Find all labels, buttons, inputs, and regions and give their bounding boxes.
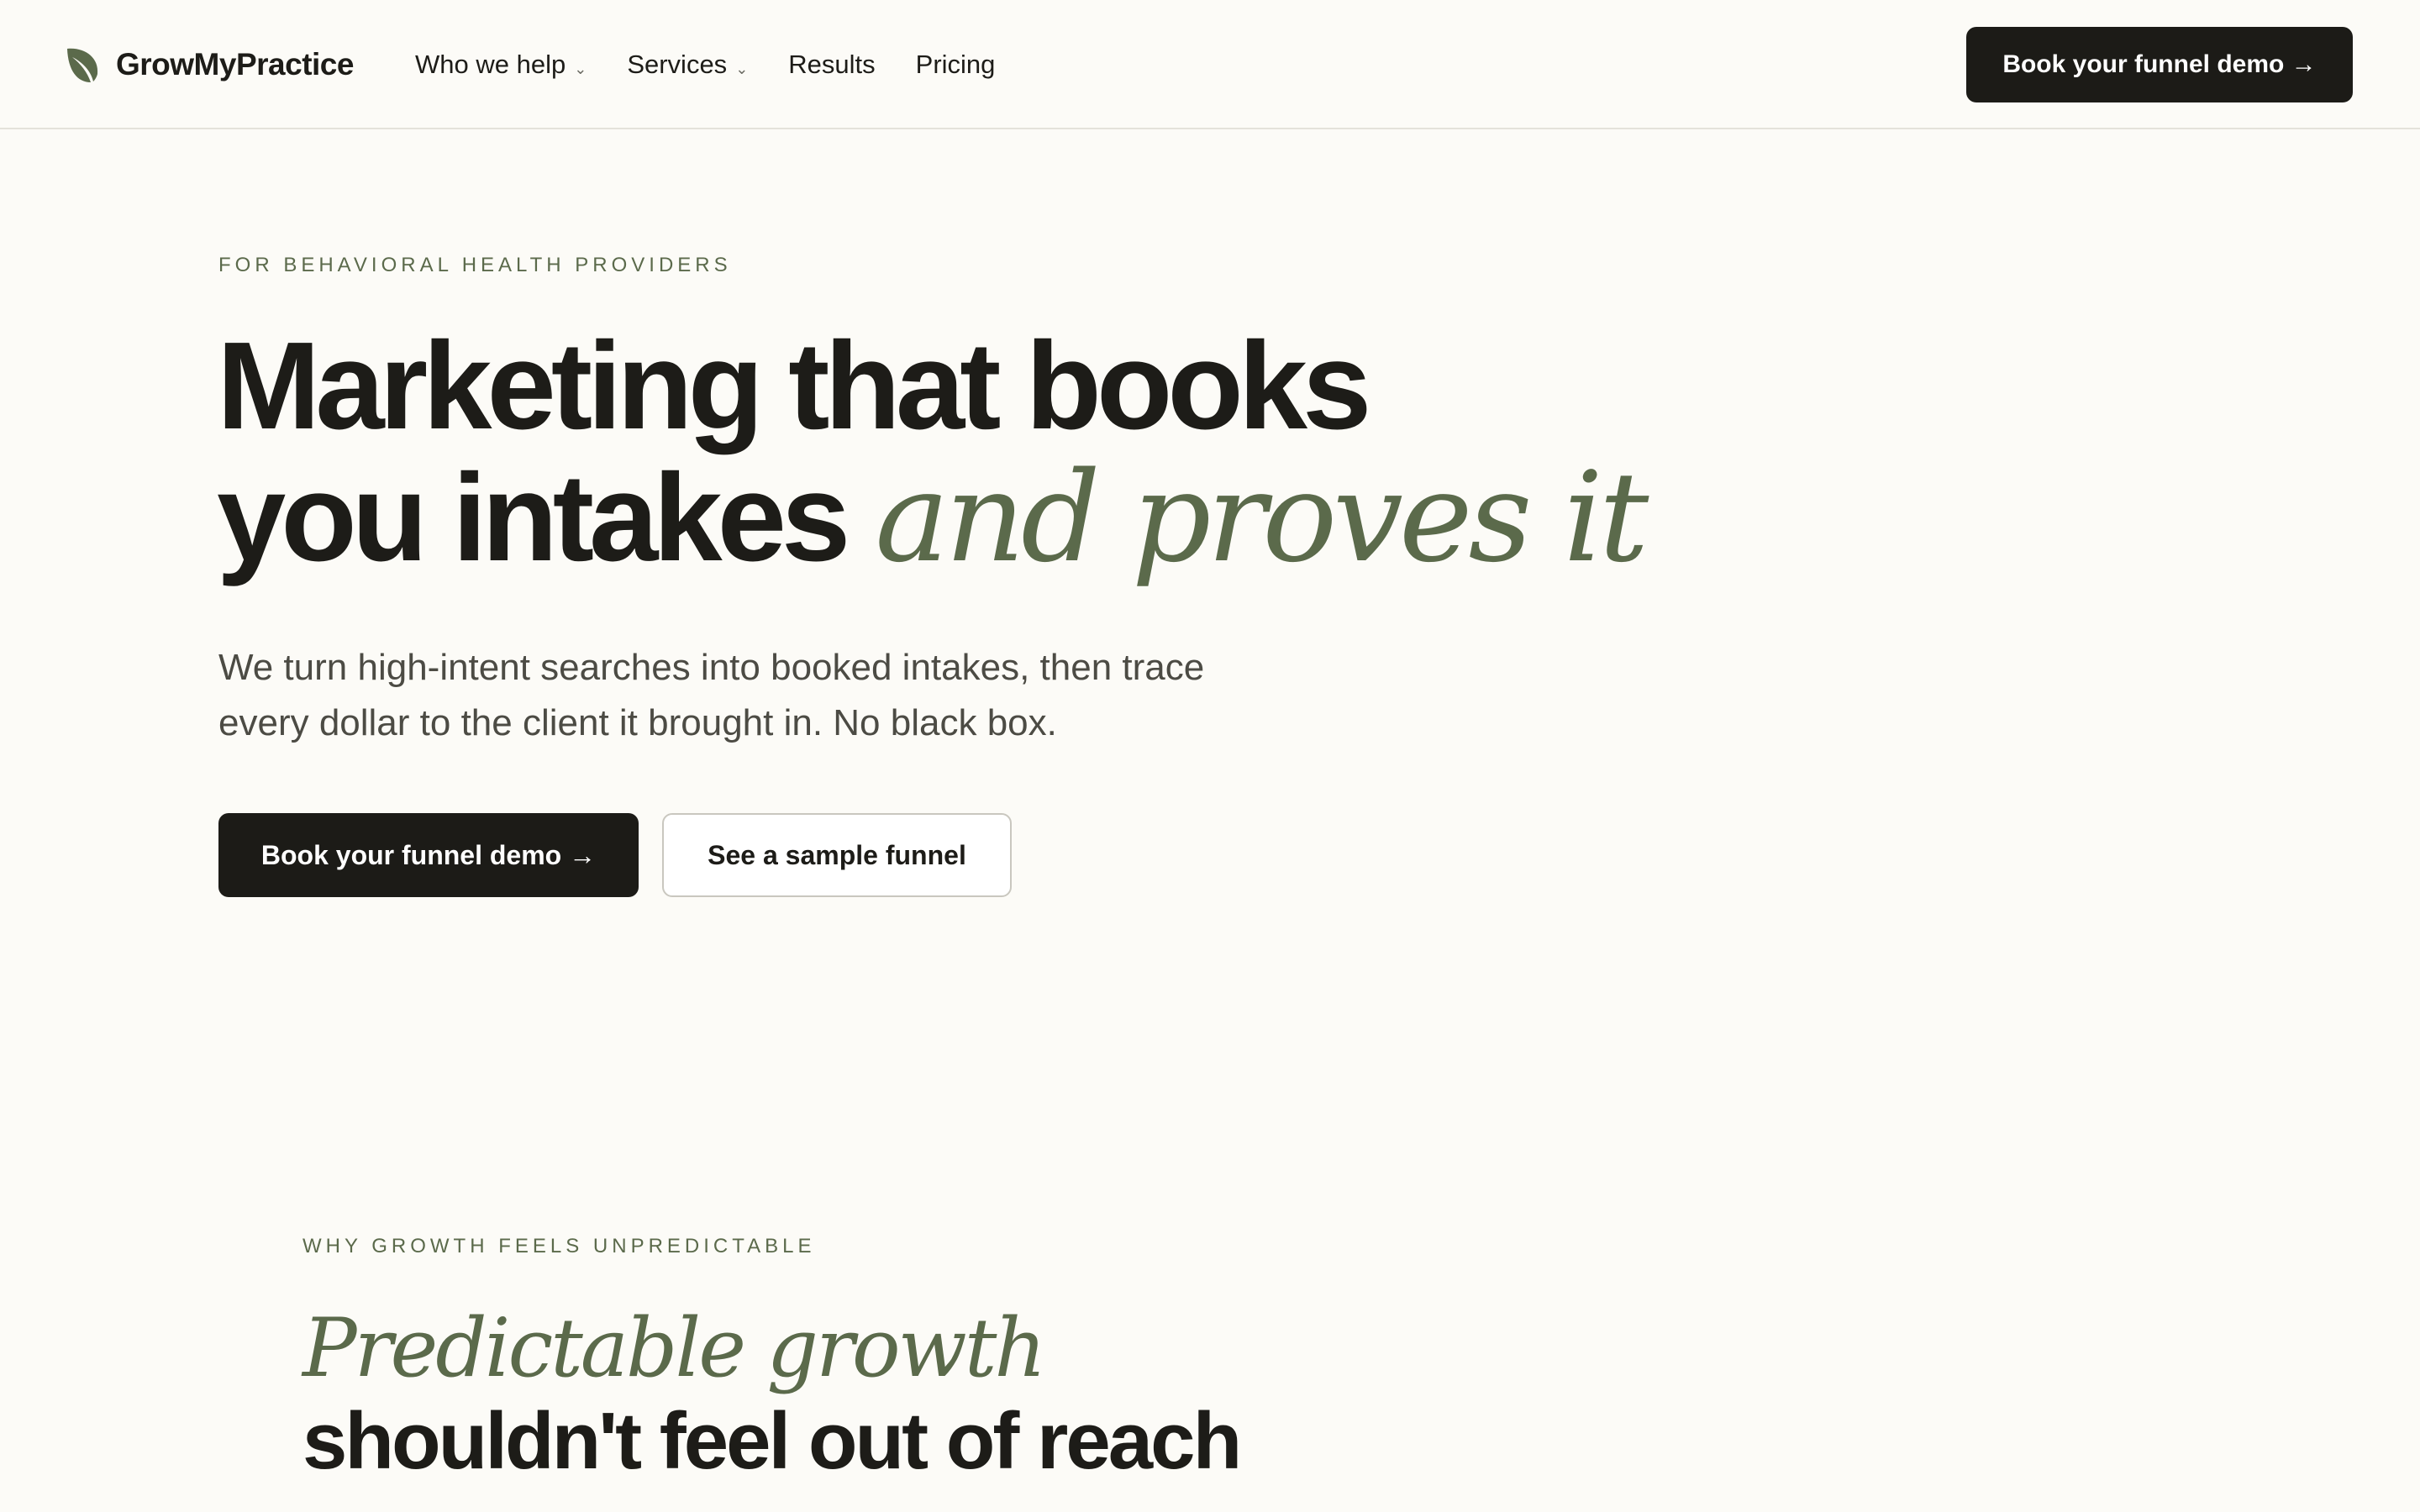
hero-title-accent: and proves it: [875, 445, 1649, 590]
nav-item-pricing[interactable]: Pricing: [916, 50, 996, 80]
nav-item-label: Services: [627, 50, 728, 79]
nav-item-label: Results: [788, 50, 876, 79]
nav-item-label: Who we help: [415, 50, 566, 79]
hero-title-line1: Marketing that books: [217, 317, 1371, 455]
book-demo-button[interactable]: Book your funnel demo →: [218, 813, 639, 897]
sample-funnel-button[interactable]: See a sample funnel: [662, 813, 1012, 897]
nav-book-demo-button[interactable]: Book your funnel demo →: [1966, 27, 2353, 102]
brand-name: GrowMyPractice: [116, 47, 354, 81]
nav-item-services[interactable]: Services ⌄: [627, 50, 748, 80]
problem-title-plain: shouldn't feel out of reach: [302, 1396, 1242, 1486]
nav-item-results[interactable]: Results: [788, 50, 875, 80]
hero-subtitle: We turn high-intent searches into booked…: [218, 647, 1205, 743]
leaf-icon: [66, 45, 103, 84]
nav-item-who-we-help[interactable]: Who we help ⌄: [415, 50, 587, 80]
chevron-down-icon: ⌄: [574, 60, 587, 77]
top-navbar: GrowMyPractice Who we help ⌄ Services ⌄ …: [0, 0, 2420, 129]
problem-title-accent: Predictable growth: [302, 1301, 1046, 1395]
chevron-down-icon: ⌄: [735, 60, 749, 77]
brand-logo[interactable]: GrowMyPractice: [66, 44, 354, 86]
hero-title-line2: you intakes: [217, 449, 850, 587]
primary-nav: Who we help ⌄ Services ⌄ Results Pricing: [415, 44, 1035, 86]
problem-eyebrow: WHY GROWTH FEELS UNPREDICTABLE: [302, 1235, 816, 1257]
hero-eyebrow: FOR BEHAVIORAL HEALTH PROVIDERS: [218, 254, 732, 276]
hero-title: Marketing that books you intakes and pro…: [217, 321, 1649, 587]
nav-item-label: Pricing: [915, 50, 996, 79]
problem-title: Predictable growth shouldn't feel out of…: [302, 1301, 1242, 1488]
